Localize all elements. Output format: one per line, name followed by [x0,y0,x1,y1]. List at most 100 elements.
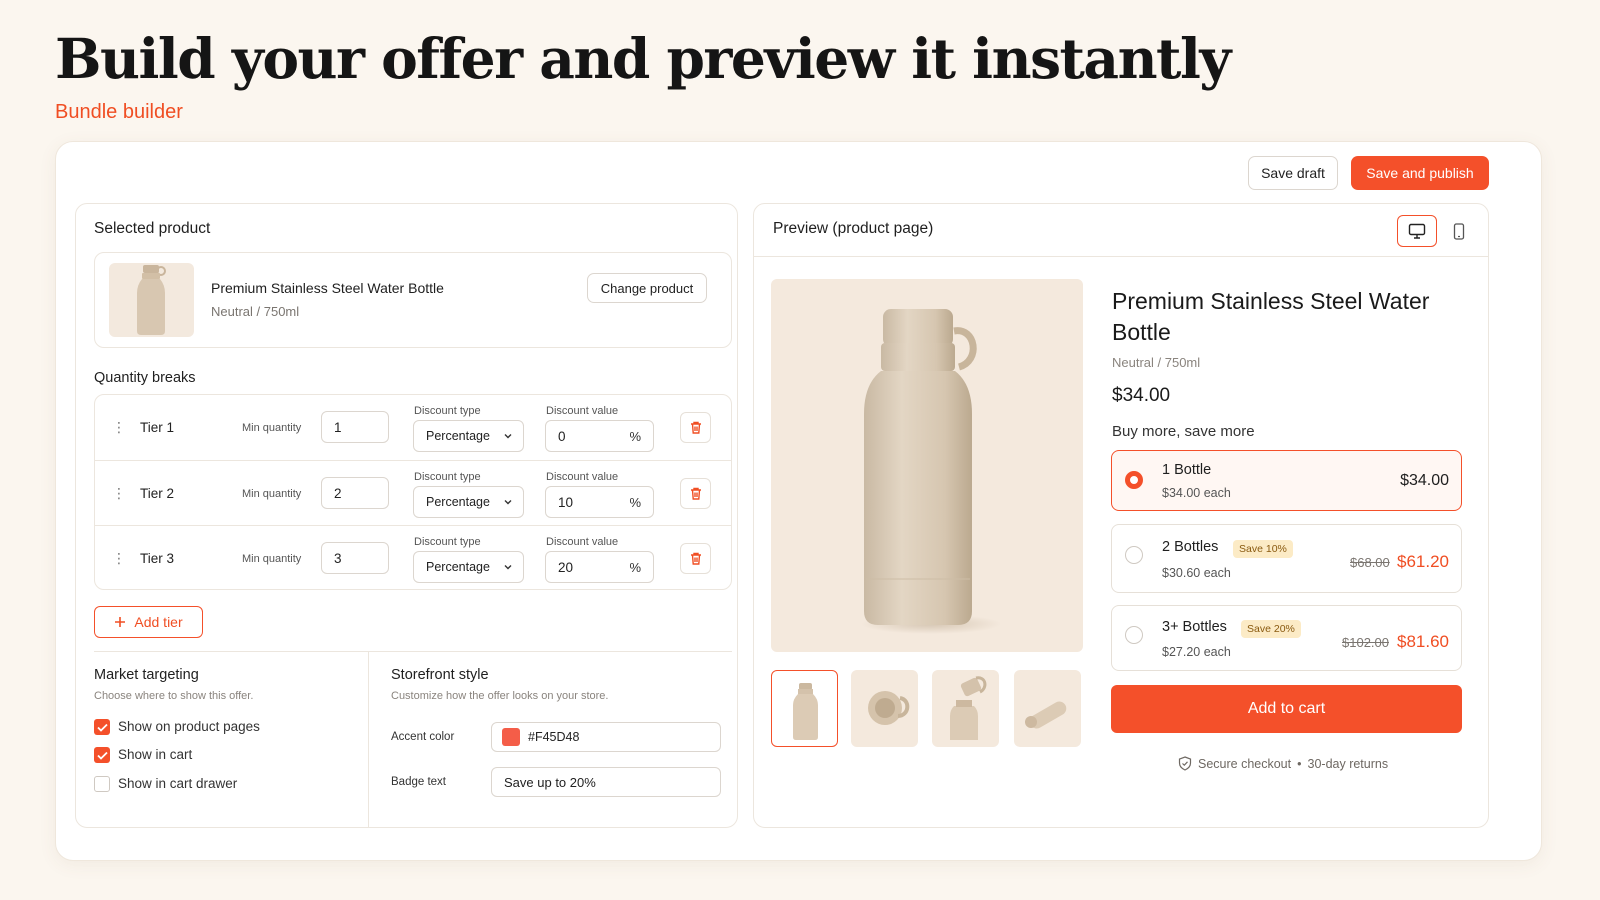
compare-at-price: $68.00 [1350,555,1390,570]
percent-suffix: % [629,495,641,510]
option-name: 1 Bottle [1162,462,1212,478]
discount-type-select[interactable]: Percentage [413,486,524,518]
storefront-style-title: Storefront style [391,667,489,683]
tier-row: ⋮ Tier 1 Min quantity 1 Discount type Pe… [95,395,731,460]
option-radio[interactable] [1125,626,1143,644]
mobile-view-button[interactable] [1439,215,1479,247]
discount-type-select[interactable]: Percentage [413,420,524,452]
min-quantity-label: Min quantity [242,488,302,500]
badge-text-input[interactable]: Save up to 20% [491,767,721,797]
discount-value: 20 [558,559,574,575]
page-eyebrow: Bundle builder [55,101,183,123]
bundle-option-2[interactable]: 2 Bottles Save 10% $30.60 each $68.00 $6… [1111,524,1462,593]
badge-text-label: Badge text [391,776,446,788]
tier-row: ⋮ Tier 3 Min quantity 3 Discount type Pe… [95,525,731,590]
trust-line: Secure checkout • 30-day returns [1178,756,1388,771]
min-quantity-input[interactable]: 1 [321,411,389,443]
add-tier-label: Add tier [134,614,183,630]
accent-color-input[interactable]: #F45D48 [491,722,721,752]
add-to-cart-button[interactable]: Add to cart [1111,685,1462,733]
chevron-down-icon [504,500,512,505]
option-price: $34.00 [1400,472,1449,489]
tier-label: Tier 2 [140,486,175,501]
discount-type-value: Percentage [426,495,490,509]
save-draft-button[interactable]: Save draft [1248,156,1338,190]
tier-row: ⋮ Tier 2 Min quantity 2 Discount type Pe… [95,460,731,525]
page-headline: Build your offer and preview it instantl… [55,26,1231,91]
delete-tier-button[interactable] [680,478,711,509]
selected-product-card: Premium Stainless Steel Water Bottle Neu… [94,252,732,348]
save-publish-button[interactable]: Save and publish [1351,156,1489,190]
builder-card: Save draft Save and publish Selected pro… [55,141,1542,861]
option-name: 3+ Bottles [1162,619,1227,635]
discount-type-label: Discount type [414,471,481,483]
preview-product-price: $34.00 [1112,385,1171,406]
show-in-cart-drawer-checkbox[interactable] [94,776,110,792]
color-swatch[interactable] [502,728,520,746]
market-targeting-title: Market targeting [94,667,199,683]
thumbnail-open[interactable] [932,670,999,747]
delete-tier-button[interactable] [680,412,711,443]
discount-type-label: Discount type [414,405,481,417]
bundle-option-3[interactable]: 3+ Bottles Save 20% $27.20 each $102.00 … [1111,605,1462,671]
min-quantity-input[interactable]: 3 [321,542,389,574]
tier-label: Tier 1 [140,420,175,435]
product-variant: Neutral / 750ml [211,304,300,319]
preview-product-variant: Neutral / 750ml [1112,355,1201,370]
option-price: $81.60 [1397,632,1449,651]
drag-handle-icon[interactable]: ⋮ [112,550,126,566]
separator-dot: • [1297,756,1302,771]
option-each-price: $30.60 each [1162,566,1231,580]
bundle-option-1[interactable]: 1 Bottle $34.00 each $34.00 [1111,450,1462,511]
option-radio[interactable] [1125,471,1143,489]
save-badge: Save 10% [1233,540,1293,558]
discount-value-label: Discount value [546,536,619,548]
thumbnail-side[interactable] [1014,670,1081,747]
discount-type-value: Percentage [426,560,490,574]
discount-value-input[interactable]: 20 % [545,551,654,583]
product-name: Premium Stainless Steel Water Bottle [211,280,444,296]
trash-icon [690,421,701,434]
min-quantity-input[interactable]: 2 [321,477,389,509]
storefront-style-desc: Customize how the offer looks on your st… [391,690,609,702]
checkmark-icon [96,723,108,732]
discount-value-input[interactable]: 10 % [545,486,654,518]
show-product-pages-label: Show on product pages [118,719,260,734]
min-quantity-label: Min quantity [242,422,302,434]
discount-value-input[interactable]: 0 % [545,420,654,452]
add-tier-button[interactable]: Add tier [94,606,203,638]
option-radio[interactable] [1125,546,1143,564]
returns-text: 30-day returns [1307,756,1389,771]
selected-product-title: Selected product [94,220,211,237]
discount-value: 0 [558,428,566,444]
delete-tier-button[interactable] [680,543,711,574]
compare-at-price: $102.00 [1342,635,1389,650]
drag-handle-icon[interactable]: ⋮ [112,419,126,435]
desktop-view-button[interactable] [1397,215,1437,247]
product-thumbnail [109,263,194,337]
market-targeting-desc: Choose where to show this offer. [94,690,254,702]
thumbnail-front[interactable] [771,670,838,747]
percent-suffix: % [629,429,641,444]
discount-value-label: Discount value [546,471,619,483]
chevron-down-icon [504,565,512,570]
discount-value-label: Discount value [546,405,619,417]
secure-checkout-text: Secure checkout [1198,756,1292,771]
preview-title: Preview (product page) [773,220,934,237]
plus-icon [115,617,126,627]
section-divider-vertical [368,652,369,828]
change-product-button[interactable]: Change product [587,273,707,303]
drag-handle-icon[interactable]: ⋮ [112,485,126,501]
preview-product-title: Premium Stainless Steel Water Bottle [1112,288,1430,345]
discount-type-select[interactable]: Percentage [413,551,524,583]
show-in-cart-checkbox[interactable] [94,747,110,763]
percent-suffix: % [629,560,641,575]
trash-icon [690,552,701,565]
section-divider [94,651,732,652]
editor-panel: Selected product Premium Stainless Steel… [75,203,738,828]
discount-type-value: Percentage [426,429,490,443]
thumbnail-lid[interactable] [851,670,918,747]
desktop-icon [1408,223,1426,239]
tier-table: ⋮ Tier 1 Min quantity 1 Discount type Pe… [94,394,732,590]
show-product-pages-checkbox[interactable] [94,719,110,735]
